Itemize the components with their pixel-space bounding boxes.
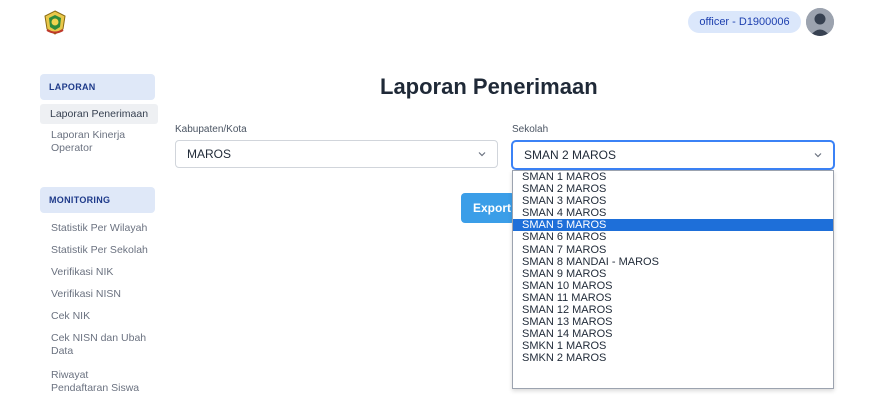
export-button[interactable]: Export — [461, 193, 515, 223]
sidebar-item-riwayat-pendaftaran-siswa[interactable]: Riwayat Pendaftaran Siswa — [40, 369, 140, 395]
page-title: Laporan Penerimaan — [380, 74, 598, 99]
dropdown-option[interactable]: SMAN 1 MAROS — [513, 171, 833, 183]
dropdown-option[interactable]: SMAN 11 MAROS — [513, 292, 833, 304]
dropdown-option[interactable]: SMAN 5 MAROS — [513, 219, 833, 232]
dropdown-option[interactable]: SMAN 8 MANDAI - MAROS — [513, 256, 833, 268]
sidebar-item-statistik-per-sekolah[interactable]: Statistik Per Sekolah — [40, 244, 158, 257]
sidebar-item-statistik-per-wilayah[interactable]: Statistik Per Wilayah — [40, 222, 158, 235]
dropdown-option[interactable]: SMAN 2 MAROS — [513, 183, 833, 195]
regional-emblem-icon[interactable] — [42, 9, 68, 35]
sidebar-item-verifikasi-nik[interactable]: Verifikasi NIK — [40, 266, 158, 279]
sekolah-value: SMAN 2 MAROS — [524, 148, 617, 162]
user-account-badge[interactable]: officer - D1900006 — [688, 11, 801, 33]
sidebar-item-laporan-kinerja-operator[interactable]: Laporan Kinerja Operator — [40, 129, 150, 155]
dropdown-option[interactable]: SMAN 10 MAROS — [513, 280, 833, 292]
dropdown-option[interactable]: SMAN 3 MAROS — [513, 195, 833, 207]
sidebar-item-verifikasi-nisn[interactable]: Verifikasi NISN — [40, 288, 158, 301]
kabupaten-select[interactable]: MAROS — [175, 140, 498, 168]
section-heading-monitoring: MONITORING — [40, 187, 155, 213]
section-heading-laporan: LAPORAN — [40, 74, 155, 100]
sidebar-item-cek-nisn-ubah-data[interactable]: Cek NISN dan Ubah Data — [40, 332, 150, 358]
dropdown-option[interactable]: SMAN 6 MAROS — [513, 231, 833, 243]
sidebar: LAPORAN Laporan Penerimaan Laporan Kiner… — [40, 70, 158, 401]
kabupaten-value: MAROS — [187, 147, 232, 161]
dropdown-option[interactable]: SMKN 1 MAROS — [513, 340, 833, 352]
sidebar-item-cek-nik[interactable]: Cek NIK — [40, 310, 158, 323]
chevron-down-icon — [814, 153, 822, 158]
dropdown-option[interactable]: SMAN 7 MAROS — [513, 244, 833, 256]
sekolah-dropdown-list[interactable]: SMAN 1 MAROS SMAN 2 MAROS SMAN 3 MAROS SMAN… — [512, 170, 834, 389]
top-bar: officer - D1900006 — [0, 0, 870, 44]
dropdown-option[interactable]: SMAN 4 MAROS — [513, 207, 833, 219]
dropdown-option[interactable]: SMAN 9 MAROS — [513, 268, 833, 280]
sekolah-select[interactable]: SMAN 2 MAROS — [512, 141, 834, 169]
dropdown-option[interactable]: SMAN 13 MAROS — [513, 316, 833, 328]
dropdown-option[interactable]: SMAN 12 MAROS — [513, 304, 833, 316]
chevron-down-icon — [478, 152, 486, 157]
sidebar-item-laporan-penerimaan[interactable]: Laporan Penerimaan — [40, 104, 158, 124]
kabupaten-label: Kabupaten/Kota — [175, 124, 247, 135]
user-avatar-icon[interactable] — [806, 8, 834, 36]
dropdown-option[interactable]: SMKN 2 MAROS — [513, 352, 833, 364]
dropdown-option[interactable]: SMAN 14 MAROS — [513, 328, 833, 340]
sekolah-label: Sekolah — [512, 124, 549, 135]
